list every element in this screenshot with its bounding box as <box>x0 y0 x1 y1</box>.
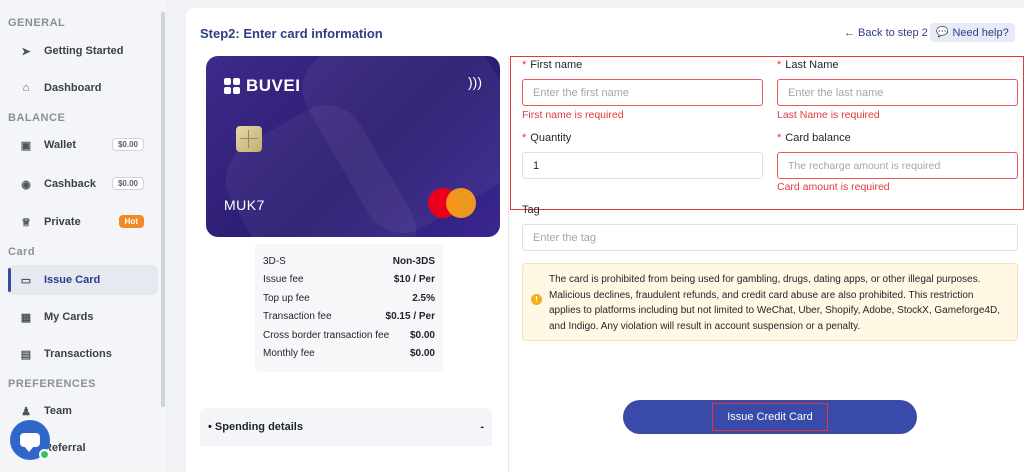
sidebar-item-label: Referral <box>44 442 86 454</box>
sidebar-item-getting-started[interactable]: ➤ Getting Started <box>8 36 158 66</box>
sidebar-item-label: Dashboard <box>44 82 102 94</box>
prohibited-use-notice: ! The card is prohibited from being used… <box>522 263 1018 341</box>
card-preview: BUVEI ))) MUK7 <box>206 56 500 237</box>
sidebar: GENERAL ➤ Getting Started ⌂ Dashboard BA… <box>0 0 166 472</box>
sidebar-item-dashboard[interactable]: ⌂ Dashboard <box>8 73 158 103</box>
last-name-label: * Last Name <box>777 59 839 71</box>
chat-button[interactable] <box>10 420 50 460</box>
main-panel: Step2: Enter card information ← Back to … <box>186 8 1024 472</box>
section-general: GENERAL <box>8 17 66 29</box>
mastercard-icon <box>428 188 478 218</box>
fee-value: $0.00 <box>409 329 435 341</box>
fee-label: Monthly fee <box>263 348 315 360</box>
sidebar-item-label: My Cards <box>44 311 94 323</box>
document-icon: ▤ <box>20 348 32 361</box>
crown-icon: ♕ <box>21 216 31 229</box>
sidebar-item-label: Cashback <box>44 178 96 190</box>
fee-row: Top up fee 2.5% <box>263 289 435 308</box>
sidebar-item-label: Transactions <box>44 348 112 360</box>
fee-value: 2.5% <box>412 292 435 304</box>
first-name-label: * First name <box>522 59 583 71</box>
need-help-label: Need help? <box>952 26 1009 39</box>
issue-credit-card-button[interactable]: Issue Credit Card <box>623 400 917 434</box>
fee-row: 3D-S Non-3DS <box>263 252 435 271</box>
sidebar-item-my-cards[interactable]: ▦ My Cards <box>8 302 158 332</box>
sidebar-item-label: Wallet <box>44 139 76 151</box>
sidebar-item-issue-card[interactable]: ▭ Issue Card <box>8 265 158 295</box>
back-to-step-link[interactable]: ← Back to step 2 <box>844 27 928 39</box>
fee-row: Transaction fee $0.15 / Per <box>263 308 435 327</box>
quantity-input[interactable]: 1 <box>522 152 763 179</box>
online-status-dot <box>39 449 50 460</box>
last-name-error: Last Name is required <box>777 109 880 121</box>
section-preferences: PREFERENCES <box>8 378 97 390</box>
sidebar-item-private[interactable]: ♕ Private Hot <box>8 207 158 237</box>
fee-label: Top up fee <box>263 292 310 304</box>
fee-row: Cross border transaction fee $0.00 <box>263 326 435 345</box>
fee-label: Cross border transaction fee <box>263 329 390 341</box>
warning-icon: ! <box>531 294 542 305</box>
sidebar-item-label: Getting Started <box>44 45 124 57</box>
sidebar-item-label: Issue Card <box>44 274 101 286</box>
sidebar-item-cashback[interactable]: ◉ Cashback $0.00 <box>8 169 158 199</box>
sidebar-item-label: Team <box>44 405 72 417</box>
last-name-input[interactable]: Enter the last name <box>777 79 1018 106</box>
fee-row: Monthly fee $0.00 <box>263 345 435 364</box>
fee-label: Transaction fee <box>263 311 332 323</box>
sidebar-item-transactions[interactable]: ▤ Transactions <box>8 339 158 369</box>
card-balance-input[interactable]: The recharge amount is required <box>777 152 1018 179</box>
column-divider <box>508 56 509 472</box>
card-balance-error: Card amount is required <box>777 181 890 193</box>
quantity-label: * Quantity <box>522 132 572 144</box>
wallet-icon: ▣ <box>20 139 32 152</box>
fee-value: $10 / Per <box>393 274 435 286</box>
sidebar-item-label: Private <box>44 216 81 228</box>
card-brand-name: BUVEI <box>246 76 301 95</box>
team-icon: ♟ <box>21 405 31 418</box>
fee-value: $0.15 / Per <box>385 311 435 323</box>
brand-logo-icon <box>224 78 240 94</box>
need-help-button[interactable]: 💬 Need help? <box>930 23 1015 42</box>
section-balance: BALANCE <box>8 112 66 124</box>
first-name-input[interactable]: Enter the first name <box>522 79 763 106</box>
notice-text: The card is prohibited from being used f… <box>549 274 1000 332</box>
chip-icon <box>236 126 262 152</box>
spending-details-toggle[interactable]: • Spending details - <box>200 408 492 446</box>
card-balance-label: * Card balance <box>777 132 851 144</box>
fee-row: Issue fee $10 / Per <box>263 271 435 290</box>
spending-details-label: • Spending details <box>208 421 303 433</box>
camera-icon: ◉ <box>21 178 31 191</box>
chat-bubbles-icon: 💬 <box>936 27 949 38</box>
fee-label: Issue fee <box>263 274 304 286</box>
tag-input[interactable]: Enter the tag <box>522 224 1018 251</box>
chat-icon <box>20 433 40 452</box>
home-icon: ⌂ <box>22 82 30 94</box>
first-name-error: First name is required <box>522 109 624 121</box>
issue-credit-card-label: Issue Credit Card <box>712 403 828 431</box>
tag-label: Tag <box>522 204 540 216</box>
fee-value: Non-3DS <box>392 255 435 267</box>
signpost-icon: ➤ <box>21 45 31 58</box>
sidebar-item-wallet[interactable]: ▣ Wallet $0.00 <box>8 130 158 160</box>
fee-value: $0.00 <box>409 348 435 360</box>
hot-badge: Hot <box>118 215 144 228</box>
contactless-icon: ))) <box>468 74 482 90</box>
cashback-balance-badge: $0.00 <box>111 177 144 190</box>
sidebar-scrollbar[interactable] <box>161 12 165 407</box>
fee-label: 3D-S <box>263 255 286 267</box>
section-card: Card <box>8 246 36 258</box>
collapse-icon: - <box>480 421 484 433</box>
card-icon: ▭ <box>20 274 32 287</box>
page-title: Step2: Enter card information <box>200 26 383 41</box>
wallet-balance-badge: $0.00 <box>111 138 144 151</box>
grid-icon: ▦ <box>20 311 32 324</box>
card-holder-name: MUK7 <box>224 197 265 213</box>
card-brand: BUVEI <box>224 76 300 96</box>
fee-list: 3D-S Non-3DS Issue fee $10 / Per Top up fe… <box>255 244 443 372</box>
